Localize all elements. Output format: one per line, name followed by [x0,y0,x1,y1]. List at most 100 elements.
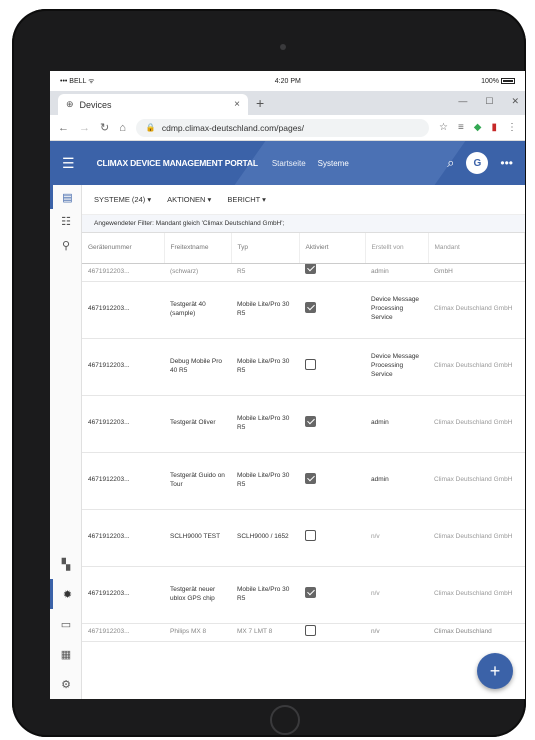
table-row[interactable]: 4671912203... Testgerät 40 (sample) Mobi… [82,281,525,339]
active-checkbox[interactable] [305,416,316,428]
lock-icon: 🔒 [145,123,156,132]
report-dropdown[interactable]: BERICHT ▾ [227,195,266,204]
cell-id: 4671912203... [82,281,164,339]
globe-icon: ⊕ [66,99,74,109]
app-body: ▤ ☷ ⚲ ▚ ✹ ▭ ▦ ⚙ SYSTEME (24) ▾ AKTIONEN … [50,185,525,699]
devices-icon[interactable]: ▭ [50,609,82,639]
column-header[interactable]: Gerätenummer [82,233,165,264]
cell-name: Testgerät 40 (sample) [164,281,231,339]
battery-status: 100% [481,78,515,85]
cell-active [299,263,365,282]
screen: ••• BELL ᯤ 4:20 PM 100% ⊕ Devices × + — … [50,71,525,699]
list-view-icon[interactable]: ▤ [50,185,82,209]
table-view-icon[interactable]: ☷ [50,209,82,233]
nav-systeme[interactable]: Systeme [318,159,349,168]
cell-name: Debug Mobile Pro 40 R5 [164,338,231,396]
close-window-icon[interactable]: ✕ [511,96,519,107]
table-row[interactable]: 4671912203... SCLH9000 TEST SCLH9000 / 1… [82,509,525,567]
hamburger-menu-icon[interactable]: ☰ [62,155,75,172]
back-icon[interactable]: ← [58,122,69,134]
cell-active [299,452,365,510]
app-header: ☰ CLIMAX DEVICE MANAGEMENT PORTAL Starts… [50,141,525,185]
maximize-icon[interactable]: ☐ [485,96,493,107]
cell-type: R5 [231,263,299,282]
active-checkbox[interactable] [305,625,316,637]
nav-startseite[interactable]: Startseite [272,159,306,168]
add-device-button[interactable]: + [477,653,513,689]
menu-dots-icon[interactable]: ⋮ [507,122,517,133]
cell-type: SCLH9000 / 1652 [231,509,299,567]
minimize-icon[interactable]: — [458,96,467,107]
map-pin-icon[interactable]: ⚲ [50,233,82,257]
close-tab-icon[interactable]: × [234,99,240,110]
left-sidebar: ▤ ☷ ⚲ ▚ ✹ ▭ ▦ ⚙ [50,185,82,699]
cell-type: Mobile Lite/Pro 30 R5 [231,452,299,510]
new-tab-button[interactable]: + [256,95,264,111]
table-row[interactable]: 4671912203... Testgerät Oliver Mobile Li… [82,395,525,453]
window-controls: — ☐ ✕ [458,96,519,107]
active-checkbox[interactable] [305,302,316,314]
table-row[interactable]: 4671912203... Philips MX 8 MX 7 LMT 8 n/… [82,623,525,642]
column-header[interactable]: Typ [231,233,300,264]
cell-creator: Device Message Processing Service [365,281,428,339]
forward-icon[interactable]: → [79,122,90,134]
camera [280,44,286,50]
column-header[interactable]: Aktiviert [299,233,366,264]
trash-icon[interactable]: ▮ [491,122,497,133]
table-row[interactable]: 4671912203... Testgerät Guido on Tour Mo… [82,452,525,510]
home-icon[interactable]: ⌂ [119,122,126,134]
browser-tab-strip: ⊕ Devices × + — ☐ ✕ [50,91,525,115]
extension-icons: ☆ ≡ ◆ ▮ ⋮ [439,122,517,133]
active-checkbox[interactable] [305,473,316,485]
cell-id: 4671912203... [82,509,164,567]
column-header[interactable]: Erstellt von [365,233,429,264]
header-decoration [234,141,466,185]
url-field[interactable]: 🔒 cdmp.climax-deutschland.com/pages/ [135,118,429,137]
more-icon[interactable]: ••• [500,156,513,170]
star-icon[interactable]: ☆ [439,122,448,133]
carrier: ••• BELL ᯤ [60,77,95,85]
apps-grid-icon[interactable]: ▦ [50,639,82,669]
reload-icon[interactable]: ↻ [100,121,109,134]
search-icon[interactable]: ⌕ [447,155,454,171]
cell-creator: n/v [365,566,428,624]
cell-tenant: Climax Deutschland GmbH [428,281,525,339]
column-header[interactable]: Mandant [428,233,525,264]
cell-active [299,566,365,624]
cell-active [299,395,365,453]
dashboard-icon[interactable]: ▚ [50,549,82,579]
active-checkbox[interactable] [305,359,316,371]
table-row[interactable]: 4671912203... (schwarz) R5 admin GmbH [82,263,525,282]
column-header[interactable]: Freitextname [164,233,232,264]
table-row[interactable]: 4671912203... Debug Mobile Pro 40 R5 Mob… [82,338,525,396]
extension-icon[interactable]: ◆ [474,122,482,133]
status-bar: ••• BELL ᯤ 4:20 PM 100% [50,71,525,91]
actions-dropdown[interactable]: AKTIONEN ▾ [167,195,211,204]
settings-gear-icon[interactable]: ⚙ [50,669,82,699]
tablet-frame: ••• BELL ᯤ 4:20 PM 100% ⊕ Devices × + — … [12,9,526,737]
cell-name: Philips MX 8 [164,623,231,642]
browser-tab[interactable]: ⊕ Devices × [58,94,248,115]
header-actions: ⌕ G ••• [447,152,513,174]
systems-dropdown[interactable]: SYSTEME (24) ▾ [94,195,151,204]
table-row[interactable]: 4671912203... Testgerät neuer ublox GPS … [82,566,525,624]
alarm-icon[interactable]: ✹ [50,579,82,609]
avatar[interactable]: G [466,152,489,174]
active-checkbox[interactable] [305,587,316,599]
devices-table: Gerätenummer Freitextname Typ Aktiviert … [82,233,525,642]
cell-tenant: GmbH [428,263,525,282]
active-checkbox[interactable] [305,263,316,274]
cell-id: 4671912203... [82,338,164,396]
reader-icon[interactable]: ≡ [458,122,464,133]
cell-id: 4671912203... [82,566,164,624]
cell-creator: admin [365,263,428,282]
home-button[interactable] [270,705,300,735]
content-toolbar: SYSTEME (24) ▾ AKTIONEN ▾ BERICHT ▾ [82,185,525,215]
active-checkbox[interactable] [305,530,316,542]
table-header-row: Gerätenummer Freitextname Typ Aktiviert … [82,233,525,264]
cell-id: 4671912203... [82,263,164,282]
tab-title: Devices [79,99,112,110]
cell-tenant: Climax Deutschland GmbH [428,395,525,453]
cell-creator: n/v [365,509,428,567]
cell-type: MX 7 LMT 8 [231,623,299,642]
